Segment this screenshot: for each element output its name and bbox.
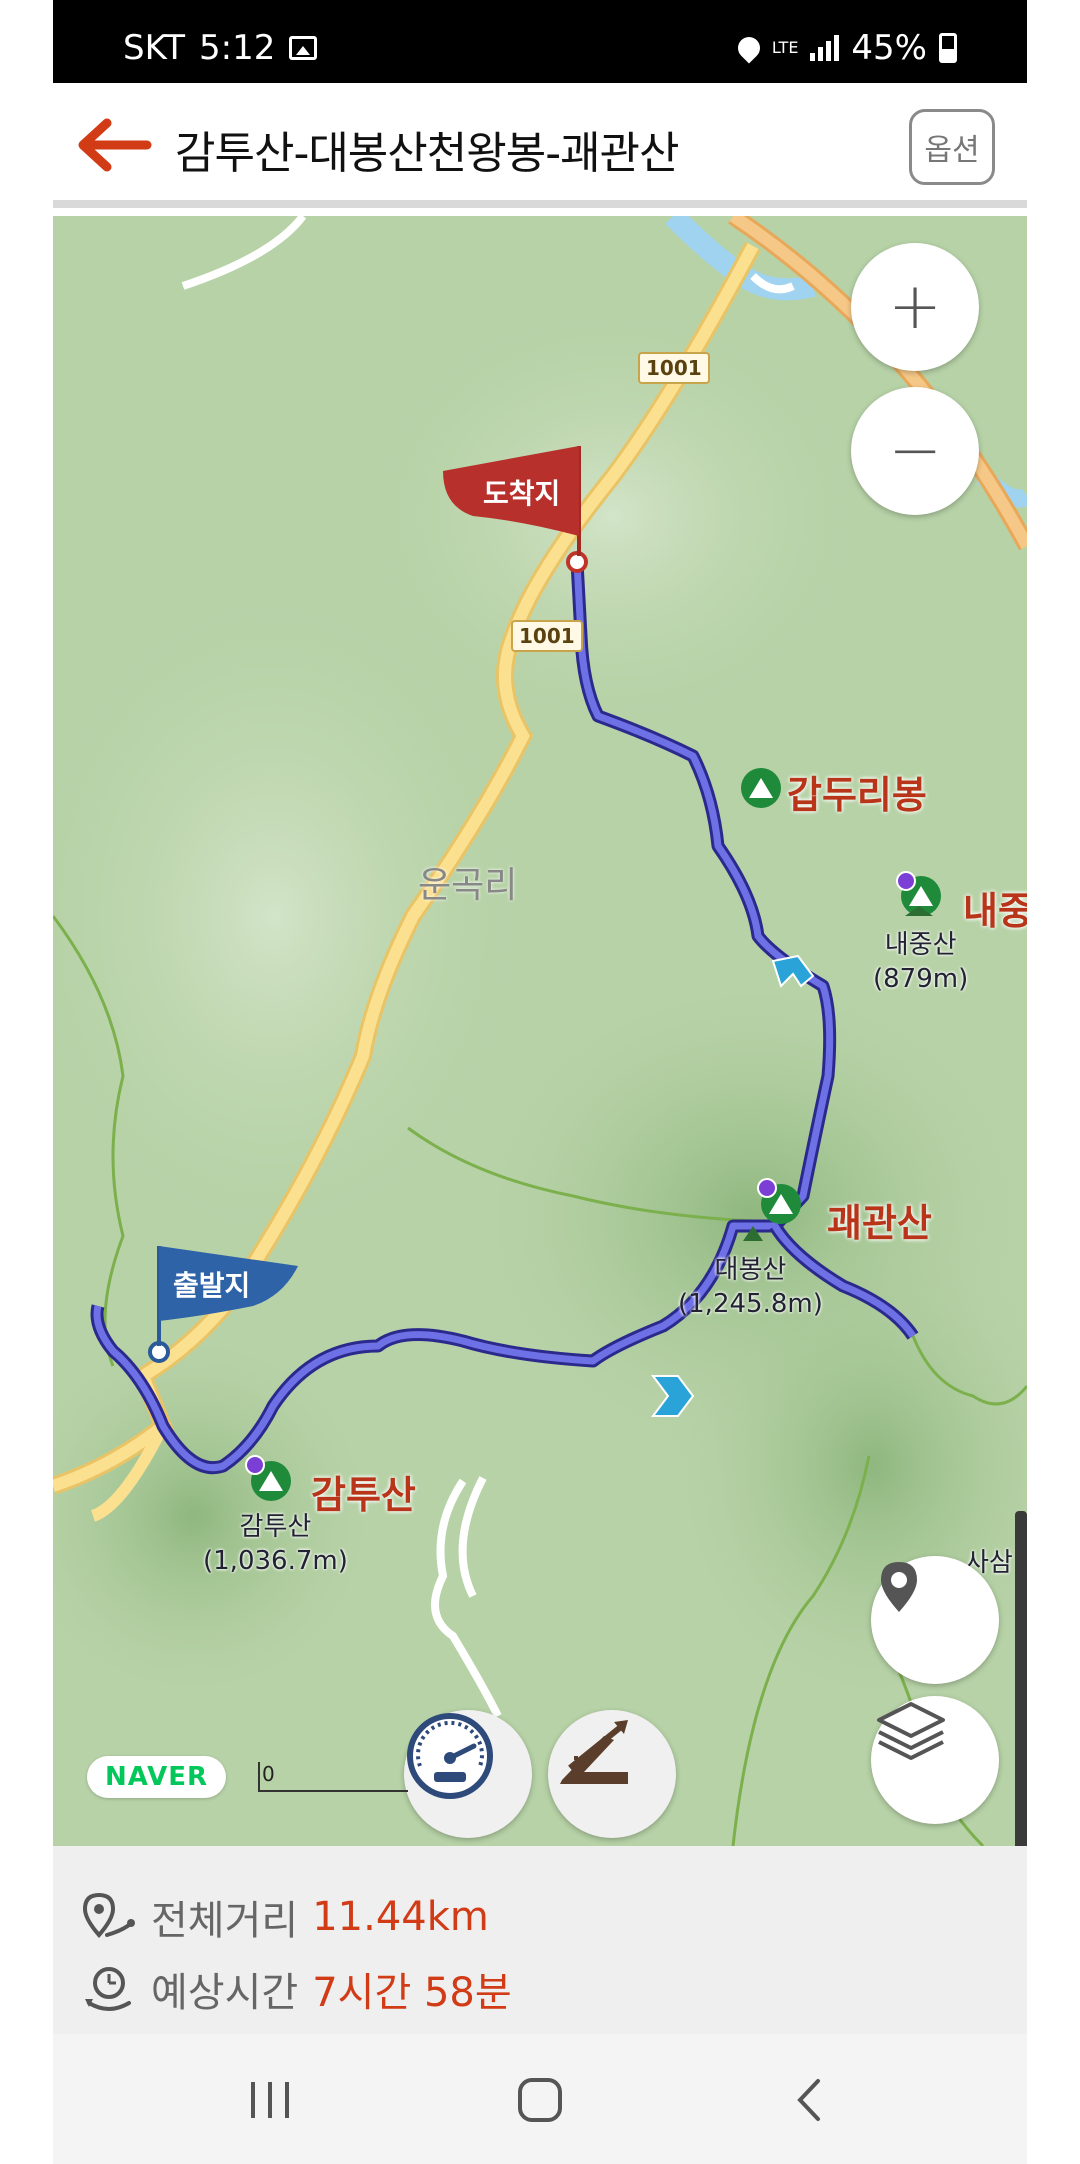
peak-name-naejung-title: 내중산 xyxy=(884,930,957,960)
peak-name-daebong: 대봉산 (1,245.8m) xyxy=(678,1253,823,1321)
end-flag-label[interactable]: 도착지 xyxy=(483,472,560,512)
peak-name-naejung: 내중산 (879m) xyxy=(873,928,968,996)
peak-label-gwaegwan: 괘관산 xyxy=(827,1201,932,1245)
estimated-time-icon xyxy=(85,1967,131,2011)
map-view[interactable]: 도착지 출발지 1001 1001 운곡리 갑두리봉 내중 내중산 (879m)… xyxy=(53,216,1027,1846)
time-label: 예상시간 xyxy=(151,1970,299,2016)
recent-apps-button[interactable] xyxy=(235,2070,305,2130)
village-label: 운곡리 xyxy=(418,865,518,906)
system-nav-bar xyxy=(53,2034,1027,2164)
start-flag-label[interactable]: 출발지 xyxy=(173,1264,250,1304)
status-bar: SKT 5:12 LTE 45% xyxy=(53,0,1027,83)
home-icon xyxy=(518,2078,562,2122)
page-title: 감투산-대봉산천왕봉-괘관산 xyxy=(175,128,680,179)
carrier-label: SKT xyxy=(123,28,186,68)
zoom-out-button[interactable]: − xyxy=(851,387,979,515)
naver-logo: NAVER xyxy=(87,1756,227,1798)
app-header: 감투산-대봉산천왕봉-괘관산 옵션 xyxy=(53,83,1027,208)
battery-percent: 45% xyxy=(851,28,927,68)
time-row: 예상시간 7시간 58분 xyxy=(81,1960,512,2018)
my-location-button[interactable] xyxy=(871,1556,999,1684)
route-distance-icon xyxy=(82,1892,135,1939)
chevron-left-icon xyxy=(797,2079,820,2121)
back-button[interactable] xyxy=(73,115,153,175)
app-frame: SKT 5:12 LTE 45% 감투산-대봉산천왕봉-괘관산 옵션 도착지 출… xyxy=(53,0,1027,2164)
distance-label: 전체거리 xyxy=(151,1898,299,1944)
slope-profile-button[interactable] xyxy=(548,1710,676,1838)
recent-apps-icon xyxy=(251,2082,289,2118)
map-layers-button[interactable] xyxy=(871,1696,999,1824)
network-type-label: LTE xyxy=(771,38,799,57)
zoom-in-button[interactable]: + xyxy=(851,243,979,371)
peak-marker-gapduri[interactable] xyxy=(741,768,781,808)
route-info-panel: 전체거리 11.44km 예상시간 7시간 58분 xyxy=(53,1846,1027,2034)
road-number-upper: 1001 xyxy=(638,352,710,384)
peak-name-daebong-title: 대봉산 xyxy=(714,1255,787,1285)
image-notification-icon xyxy=(289,36,318,60)
distance-value: 11.44km xyxy=(312,1894,489,1940)
battery-icon xyxy=(939,33,957,63)
speed-gauge-button[interactable] xyxy=(404,1710,532,1838)
location-pin-icon xyxy=(881,1562,917,1612)
peak-label-naejung: 내중 xyxy=(963,889,1027,933)
signal-icon xyxy=(810,35,840,61)
location-icon xyxy=(733,32,765,64)
layers-icon xyxy=(877,1702,945,1760)
peak-name-naejung-elevation: (879m) xyxy=(873,964,969,994)
home-button[interactable] xyxy=(505,2070,575,2130)
back-arrow-icon xyxy=(78,118,152,172)
slope-icon xyxy=(560,1720,628,1784)
back-nav-button[interactable] xyxy=(775,2070,845,2130)
peak-label-gapduri: 갑두리봉 xyxy=(787,773,927,817)
option-button[interactable]: 옵션 xyxy=(909,109,995,185)
peak-name-daebong-elevation: (1,245.8m) xyxy=(678,1289,823,1319)
peak-name-gamtu-elevation: (1,036.7m) xyxy=(203,1546,348,1576)
speedometer-icon xyxy=(407,1713,493,1799)
distance-row: 전체거리 11.44km xyxy=(81,1888,489,1946)
clock: 5:12 xyxy=(199,28,276,68)
time-value: 7시간 58분 xyxy=(312,1970,512,2016)
peak-name-gamtu: 감투산 (1,036.7m) xyxy=(203,1510,348,1578)
road-number-lower: 1001 xyxy=(511,620,583,652)
map-scale: 0 xyxy=(258,1762,408,1792)
peak-name-gamtu-title: 감투산 xyxy=(239,1512,312,1542)
